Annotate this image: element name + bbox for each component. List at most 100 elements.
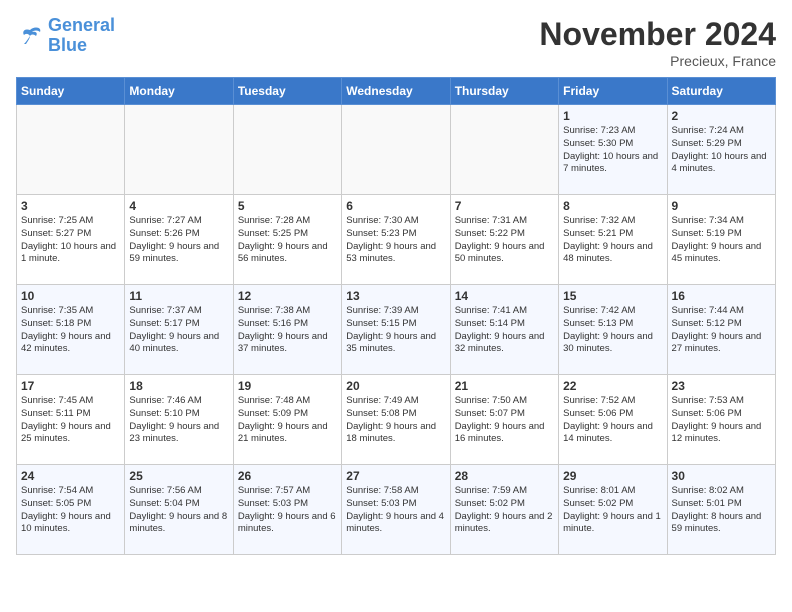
day-number: 14	[455, 289, 554, 303]
calendar-cell	[17, 105, 125, 195]
calendar-week-row: 1Sunrise: 7:23 AM Sunset: 5:30 PM Daylig…	[17, 105, 776, 195]
calendar-cell: 4Sunrise: 7:27 AM Sunset: 5:26 PM Daylig…	[125, 195, 233, 285]
day-info: Sunrise: 7:52 AM Sunset: 5:06 PM Dayligh…	[563, 395, 662, 446]
day-info: Sunrise: 7:27 AM Sunset: 5:26 PM Dayligh…	[129, 215, 228, 266]
day-info: Sunrise: 7:53 AM Sunset: 5:06 PM Dayligh…	[672, 395, 771, 446]
day-number: 9	[672, 199, 771, 213]
day-info: Sunrise: 7:54 AM Sunset: 5:05 PM Dayligh…	[21, 485, 120, 536]
calendar-cell: 25Sunrise: 7:56 AM Sunset: 5:04 PM Dayli…	[125, 465, 233, 555]
day-info: Sunrise: 7:44 AM Sunset: 5:12 PM Dayligh…	[672, 305, 771, 356]
day-info: Sunrise: 7:42 AM Sunset: 5:13 PM Dayligh…	[563, 305, 662, 356]
day-number: 24	[21, 469, 120, 483]
day-info: Sunrise: 7:34 AM Sunset: 5:19 PM Dayligh…	[672, 215, 771, 266]
calendar-cell: 10 Sunrise: 7:35 AM Sunset: 5:18 PM Dayli…	[17, 285, 125, 375]
day-info: Sunrise: 7:31 AM Sunset: 5:22 PM Dayligh…	[455, 215, 554, 266]
calendar-cell: 28 Sunrise: 7:59 AM Sunset: 5:02 PM Dayli…	[450, 465, 558, 555]
logo-bird-icon	[16, 22, 44, 50]
calendar-cell: 15Sunrise: 7:42 AM Sunset: 5:13 PM Dayli…	[559, 285, 667, 375]
calendar-cell: 12 Sunrise: 7:38 AM Sunset: 5:16 PM Dayli…	[233, 285, 341, 375]
day-number: 18	[129, 379, 228, 393]
day-info: Sunrise: 7:37 AM Sunset: 5:17 PM Dayligh…	[129, 305, 228, 356]
calendar-cell: 24 Sunrise: 7:54 AM Sunset: 5:05 PM Dayli…	[17, 465, 125, 555]
calendar-cell: 11 Sunrise: 7:37 AM Sunset: 5:17 PM Dayli…	[125, 285, 233, 375]
calendar-cell: 8 Sunrise: 7:32 AM Sunset: 5:21 PM Daylig…	[559, 195, 667, 285]
day-info: Sunrise: 7:50 AM Sunset: 5:07 PM Dayligh…	[455, 395, 554, 446]
calendar-cell: 3Sunrise: 7:25 AM Sunset: 5:27 PM Daylig…	[17, 195, 125, 285]
day-number: 11	[129, 289, 228, 303]
day-info: Sunrise: 7:57 AM Sunset: 5:03 PM Dayligh…	[238, 485, 337, 536]
day-info: Sunrise: 7:59 AM Sunset: 5:02 PM Dayligh…	[455, 485, 554, 536]
page-header: General Blue November 2024 Precieux, Fra…	[16, 16, 776, 69]
calendar-cell	[125, 105, 233, 195]
calendar-cell: 27 Sunrise: 7:58 AM Sunset: 5:03 PM Dayli…	[342, 465, 450, 555]
calendar-cell: 9 Sunrise: 7:34 AM Sunset: 5:19 PM Daylig…	[667, 195, 775, 285]
day-info: Sunrise: 7:24 AM Sunset: 5:29 PM Dayligh…	[672, 125, 771, 176]
calendar-cell: 13 Sunrise: 7:39 AM Sunset: 5:15 PM Dayli…	[342, 285, 450, 375]
day-info: Sunrise: 8:02 AM Sunset: 5:01 PM Dayligh…	[672, 485, 771, 536]
calendar-cell: 20Sunrise: 7:49 AM Sunset: 5:08 PM Dayli…	[342, 375, 450, 465]
day-info: Sunrise: 7:30 AM Sunset: 5:23 PM Dayligh…	[346, 215, 445, 266]
calendar-cell: 5Sunrise: 7:28 AM Sunset: 5:25 PM Daylig…	[233, 195, 341, 285]
day-number: 28	[455, 469, 554, 483]
day-number: 12	[238, 289, 337, 303]
calendar-table: SundayMondayTuesdayWednesdayThursdayFrid…	[16, 77, 776, 555]
calendar-cell	[450, 105, 558, 195]
calendar-cell: 23 Sunrise: 7:53 AM Sunset: 5:06 PM Dayli…	[667, 375, 775, 465]
day-number: 21	[455, 379, 554, 393]
day-number: 8	[563, 199, 662, 213]
calendar-cell: 7 Sunrise: 7:31 AM Sunset: 5:22 PM Daylig…	[450, 195, 558, 285]
location: Precieux, France	[539, 53, 776, 69]
calendar-cell: 29 Sunrise: 8:01 AM Sunset: 5:02 PM Dayli…	[559, 465, 667, 555]
day-info: Sunrise: 7:41 AM Sunset: 5:14 PM Dayligh…	[455, 305, 554, 356]
day-number: 2	[672, 109, 771, 123]
day-number: 1	[563, 109, 662, 123]
day-info: Sunrise: 7:39 AM Sunset: 5:15 PM Dayligh…	[346, 305, 445, 356]
day-info: Sunrise: 7:35 AM Sunset: 5:18 PM Dayligh…	[21, 305, 120, 356]
calendar-cell: 14 Sunrise: 7:41 AM Sunset: 5:14 PM Dayli…	[450, 285, 558, 375]
calendar-cell	[233, 105, 341, 195]
weekday-header-monday: Monday	[125, 78, 233, 105]
day-info: Sunrise: 7:25 AM Sunset: 5:27 PM Dayligh…	[21, 215, 120, 266]
weekday-header-thursday: Thursday	[450, 78, 558, 105]
calendar-cell: 26 Sunrise: 7:57 AM Sunset: 5:03 PM Dayli…	[233, 465, 341, 555]
day-number: 7	[455, 199, 554, 213]
calendar-week-row: 17 Sunrise: 7:45 AM Sunset: 5:11 PM Dayli…	[17, 375, 776, 465]
day-number: 29	[563, 469, 662, 483]
calendar-cell: 22Sunrise: 7:52 AM Sunset: 5:06 PM Dayli…	[559, 375, 667, 465]
day-info: Sunrise: 7:45 AM Sunset: 5:11 PM Dayligh…	[21, 395, 120, 446]
day-number: 25	[129, 469, 228, 483]
day-number: 6	[346, 199, 445, 213]
calendar-cell: 1Sunrise: 7:23 AM Sunset: 5:30 PM Daylig…	[559, 105, 667, 195]
calendar-cell: 19Sunrise: 7:48 AM Sunset: 5:09 PM Dayli…	[233, 375, 341, 465]
day-info: Sunrise: 7:28 AM Sunset: 5:25 PM Dayligh…	[238, 215, 337, 266]
title-area: November 2024 Precieux, France	[539, 16, 776, 69]
day-number: 13	[346, 289, 445, 303]
calendar-week-row: 3Sunrise: 7:25 AM Sunset: 5:27 PM Daylig…	[17, 195, 776, 285]
logo-text: General Blue	[48, 16, 115, 56]
day-info: Sunrise: 7:46 AM Sunset: 5:10 PM Dayligh…	[129, 395, 228, 446]
weekday-header-friday: Friday	[559, 78, 667, 105]
weekday-header-wednesday: Wednesday	[342, 78, 450, 105]
logo: General Blue	[16, 16, 115, 56]
calendar-cell: 21 Sunrise: 7:50 AM Sunset: 5:07 PM Dayli…	[450, 375, 558, 465]
day-number: 23	[672, 379, 771, 393]
calendar-week-row: 24 Sunrise: 7:54 AM Sunset: 5:05 PM Dayli…	[17, 465, 776, 555]
month-title: November 2024	[539, 16, 776, 53]
day-number: 10	[21, 289, 120, 303]
day-info: Sunrise: 7:38 AM Sunset: 5:16 PM Dayligh…	[238, 305, 337, 356]
day-number: 27	[346, 469, 445, 483]
calendar-cell: 17 Sunrise: 7:45 AM Sunset: 5:11 PM Dayli…	[17, 375, 125, 465]
day-info: Sunrise: 7:32 AM Sunset: 5:21 PM Dayligh…	[563, 215, 662, 266]
weekday-header-tuesday: Tuesday	[233, 78, 341, 105]
calendar-cell: 6 Sunrise: 7:30 AM Sunset: 5:23 PM Daylig…	[342, 195, 450, 285]
calendar-cell: 16 Sunrise: 7:44 AM Sunset: 5:12 PM Dayli…	[667, 285, 775, 375]
day-info: Sunrise: 8:01 AM Sunset: 5:02 PM Dayligh…	[563, 485, 662, 536]
weekday-header-saturday: Saturday	[667, 78, 775, 105]
day-number: 17	[21, 379, 120, 393]
calendar-cell: 30Sunrise: 8:02 AM Sunset: 5:01 PM Dayli…	[667, 465, 775, 555]
day-info: Sunrise: 7:58 AM Sunset: 5:03 PM Dayligh…	[346, 485, 445, 536]
calendar-cell	[342, 105, 450, 195]
day-number: 20	[346, 379, 445, 393]
day-number: 26	[238, 469, 337, 483]
day-number: 16	[672, 289, 771, 303]
